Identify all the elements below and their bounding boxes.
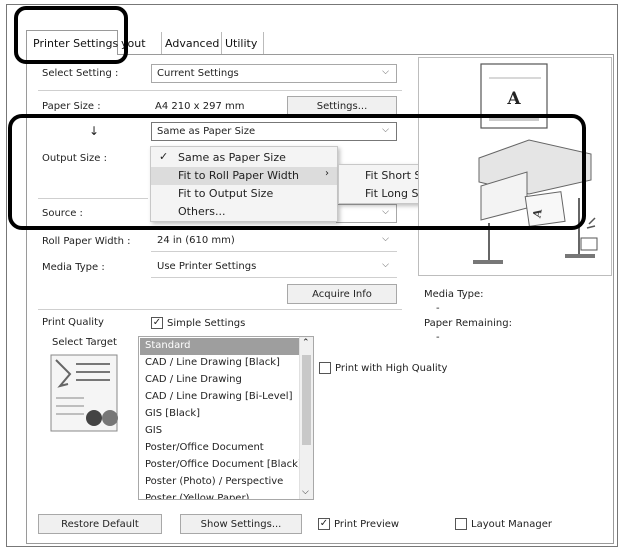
tab-advanced-label: Advanced bbox=[165, 37, 220, 50]
callout-output-size-highlight bbox=[8, 114, 586, 230]
roll-paper-width-label: Roll Paper Width : bbox=[42, 236, 131, 247]
select-target-label: Select Target bbox=[52, 337, 117, 348]
chevron-down-icon: ⌵ bbox=[382, 234, 389, 244]
tab-divider bbox=[221, 32, 222, 54]
target-list-item[interactable]: Poster (Photo) / Perspective bbox=[140, 474, 299, 491]
show-settings-button[interactable]: Show Settings... bbox=[180, 514, 302, 534]
divider bbox=[151, 251, 397, 252]
print-high-quality-label: Print with High Quality bbox=[335, 363, 448, 374]
restore-default-button[interactable]: Restore Default bbox=[38, 514, 162, 534]
paper-size-value: A4 210 x 297 mm bbox=[155, 101, 245, 112]
target-list-item[interactable]: CAD / Line Drawing bbox=[140, 372, 299, 389]
layout-manager-checkbox[interactable] bbox=[455, 518, 467, 530]
print-preview-checkbox[interactable]: ✓ bbox=[318, 518, 330, 530]
print-high-quality-checkbox[interactable] bbox=[319, 362, 331, 374]
chevron-down-icon: ⌵ bbox=[382, 67, 389, 77]
document-thumbnail-icon bbox=[50, 354, 118, 432]
media-type-combo[interactable]: Use Printer Settings ⌵ bbox=[151, 257, 397, 276]
paper-size-label: Paper Size : bbox=[42, 101, 101, 112]
target-list-item[interactable]: Poster/Office Document bbox=[140, 440, 299, 457]
chevron-down-icon[interactable]: ⌵ bbox=[302, 487, 309, 497]
tab-utility-label: Utility bbox=[225, 37, 258, 50]
paper-settings-button-label: Settings... bbox=[316, 101, 368, 112]
simple-settings-checkbox[interactable]: ✓ bbox=[151, 317, 163, 329]
listbox-scrollbar[interactable]: ⌃ ⌵ bbox=[299, 337, 313, 499]
divider bbox=[38, 309, 402, 310]
roll-paper-width-value: 24 in (610 mm) bbox=[157, 235, 235, 246]
select-setting-combo[interactable]: Current Settings ⌵ bbox=[151, 64, 397, 83]
show-settings-button-label: Show Settings... bbox=[200, 519, 282, 530]
media-type-value: Use Printer Settings bbox=[157, 261, 257, 272]
acquire-info-button[interactable]: Acquire Info bbox=[287, 284, 397, 304]
chevron-down-icon: ⌵ bbox=[382, 260, 389, 270]
chevron-up-icon[interactable]: ⌃ bbox=[302, 338, 310, 348]
tab-advanced[interactable]: Advanced bbox=[165, 37, 219, 50]
page-letter: A bbox=[506, 89, 521, 109]
target-list-item[interactable]: GIS [Black] bbox=[140, 406, 299, 423]
roll-paper-width-combo[interactable]: 24 in (610 mm) ⌵ bbox=[151, 231, 397, 250]
target-list-item[interactable]: CAD / Line Drawing [Black] bbox=[140, 355, 299, 372]
tab-utility[interactable]: Utility bbox=[225, 37, 257, 50]
tab-divider bbox=[263, 32, 264, 54]
print-preview-label: Print Preview bbox=[334, 519, 400, 530]
check-icon: ✓ bbox=[152, 317, 162, 328]
callout-tab-highlight bbox=[14, 6, 128, 64]
divider bbox=[38, 90, 402, 91]
target-list-item[interactable]: Standard bbox=[140, 338, 299, 355]
target-list-item[interactable]: CAD / Line Drawing [Bi-Level] bbox=[140, 389, 299, 406]
target-listbox[interactable]: Standard CAD / Line Drawing [Black] CAD / … bbox=[138, 336, 314, 500]
divider bbox=[151, 277, 397, 278]
tab-divider bbox=[161, 32, 162, 54]
acquire-info-button-label: Acquire Info bbox=[312, 289, 372, 300]
media-type-label: Media Type : bbox=[42, 262, 105, 273]
paper-remaining-label: Paper Remaining: bbox=[424, 318, 512, 329]
target-list-item[interactable]: GIS bbox=[140, 423, 299, 440]
select-setting-value: Current Settings bbox=[157, 68, 239, 79]
restore-default-button-label: Restore Default bbox=[61, 519, 139, 530]
print-quality-label: Print Quality bbox=[42, 317, 104, 328]
simple-settings-label: Simple Settings bbox=[167, 318, 246, 329]
check-icon: ✓ bbox=[319, 518, 329, 529]
layout-manager-label: Layout Manager bbox=[471, 519, 553, 530]
preview-media-type-label: Media Type: bbox=[424, 289, 484, 300]
select-setting-label: Select Setting : bbox=[42, 68, 119, 79]
scroll-thumb[interactable] bbox=[302, 355, 311, 445]
target-list-item[interactable]: Poster/Office Document [Black] bbox=[140, 457, 302, 474]
preview-media-type-value: - bbox=[436, 303, 440, 314]
target-list-item[interactable]: Poster (Yellow Paper) bbox=[140, 491, 299, 499]
paper-settings-button[interactable]: Settings... bbox=[287, 96, 397, 116]
paper-remaining-value: - bbox=[436, 332, 440, 343]
